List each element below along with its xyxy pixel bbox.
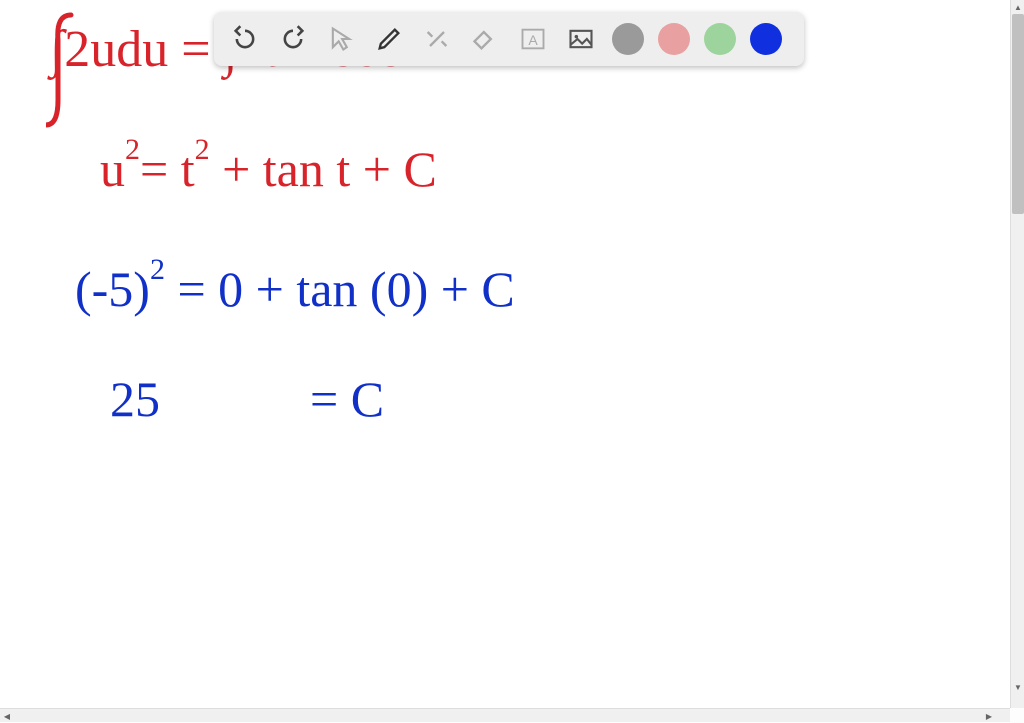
color-green-button[interactable]	[704, 23, 736, 55]
pointer-icon	[327, 25, 355, 53]
color-blue-button[interactable]	[750, 23, 782, 55]
equation-line-4a: 25	[110, 370, 160, 428]
vertical-scroll-thumb[interactable]	[1012, 14, 1024, 214]
equation-line-4b: = C	[310, 370, 384, 428]
pen-icon	[375, 25, 403, 53]
equation-line-2: u2= t2 + tan t + C	[100, 140, 437, 198]
pen-tool-button[interactable]	[372, 22, 406, 56]
tools-icon	[423, 25, 451, 53]
svg-text:A: A	[528, 32, 538, 48]
scroll-down-icon[interactable]: ▼	[1011, 680, 1024, 694]
text-tool-button[interactable]: A	[516, 22, 550, 56]
whiteboard-canvas[interactable]: ∫2udu = ∫2t + sec u2= t2 + tan t + C (-5…	[0, 0, 1010, 708]
horizontal-scrollbar[interactable]: ◀ ▶	[0, 708, 1010, 722]
undo-icon	[231, 25, 259, 53]
integral-bracket-icon	[46, 10, 86, 130]
scroll-left-icon[interactable]: ◀	[0, 709, 14, 723]
scroll-up-icon[interactable]: ▲	[1011, 0, 1024, 14]
eraser-tool-button[interactable]	[468, 22, 502, 56]
color-gray-button[interactable]	[612, 23, 644, 55]
redo-button[interactable]	[276, 22, 310, 56]
redo-icon	[279, 25, 307, 53]
equation-line-3: (-5)2 = 0 + tan (0) + C	[75, 260, 515, 318]
image-icon	[567, 25, 595, 53]
image-tool-button[interactable]	[564, 22, 598, 56]
vertical-scrollbar[interactable]: ▲ ▼	[1010, 0, 1024, 708]
pointer-tool-button[interactable]	[324, 22, 358, 56]
color-pink-button[interactable]	[658, 23, 690, 55]
undo-button[interactable]	[228, 22, 262, 56]
scroll-right-icon[interactable]: ▶	[982, 709, 996, 723]
drawing-toolbar: A	[214, 12, 804, 66]
textbox-icon: A	[519, 25, 547, 53]
tools-button[interactable]	[420, 22, 454, 56]
eraser-icon	[471, 25, 499, 53]
